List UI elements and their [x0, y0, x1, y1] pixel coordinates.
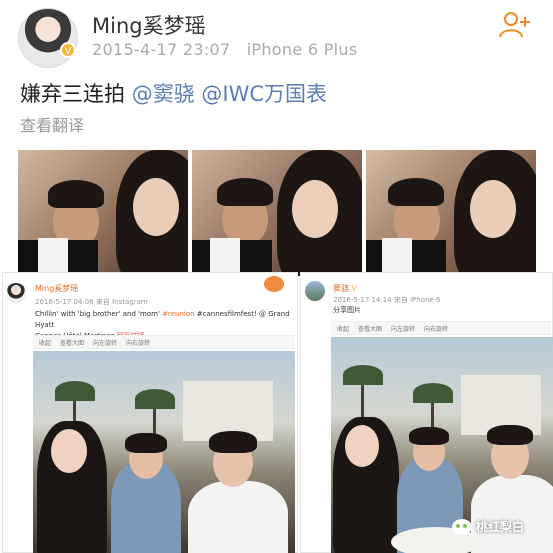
- collapse-button[interactable]: 收起: [39, 338, 51, 347]
- rotate-left-button[interactable]: 向左旋转: [93, 338, 117, 347]
- wechat-icon: [452, 518, 472, 535]
- avatar[interactable]: [305, 281, 325, 301]
- rotate-left-button[interactable]: 向左旋转: [391, 324, 415, 333]
- add-user-icon[interactable]: [498, 10, 532, 38]
- post-photo[interactable]: [366, 150, 536, 276]
- post-timestamp: 2015-4-17 23:07: [92, 40, 231, 59]
- post-meta: 2016-5-17 04:08 来自 Instagram: [35, 298, 148, 306]
- post-photo[interactable]: [192, 150, 362, 276]
- username[interactable]: 窦骁 V: [333, 283, 357, 294]
- watermark: 桃红梨白: [452, 518, 524, 535]
- mention-link[interactable]: @窦骁: [132, 82, 195, 106]
- collapse-button[interactable]: 收起: [337, 324, 349, 333]
- cat-sticker-icon: [262, 274, 286, 294]
- username[interactable]: Ming奚梦瑶: [35, 283, 78, 294]
- image-toolbar: 收起 查看大图 向左旋转 向右旋转: [33, 335, 295, 349]
- verified-badge-icon: V: [60, 42, 76, 58]
- rotate-right-button[interactable]: 向右旋转: [424, 324, 448, 333]
- post-text-prefix: 嫌弃三连拍: [20, 82, 132, 106]
- translate-link[interactable]: 查看翻译: [20, 112, 84, 136]
- view-large-button[interactable]: 查看大图: [60, 338, 84, 347]
- post-photo[interactable]: [18, 150, 188, 276]
- post-text: 嫌弃三连拍 @窦骁 @IWC万国表: [20, 78, 327, 108]
- username-text: 窦骁: [333, 284, 349, 293]
- view-large-button[interactable]: 查看大图: [358, 324, 382, 333]
- username[interactable]: Ming奚梦瑶: [92, 10, 206, 40]
- weibo-card-left: Ming奚梦瑶 2016-5-17 04:08 来自 Instagram Chi…: [2, 272, 298, 553]
- image-toolbar: 收起 查看大图 向左旋转 向右旋转: [331, 321, 551, 335]
- post-text-part: Chillin' with 'big brother' and 'mom': [35, 310, 163, 318]
- post-meta: 2015-4-17 23:07 iPhone 6 Plus: [92, 40, 358, 59]
- mention-link[interactable]: @IWC万国表: [201, 82, 327, 106]
- avatar[interactable]: [6, 283, 26, 303]
- post-text: 分享图片: [333, 306, 361, 314]
- post-photo[interactable]: [33, 351, 295, 553]
- rotate-right-button[interactable]: 向右旋转: [126, 338, 150, 347]
- post-device: iPhone 6 Plus: [246, 40, 358, 59]
- post-meta: 2016-5-17 14:14 来自 iPhone 6: [333, 296, 441, 304]
- watermark-text: 桃红梨白: [476, 520, 525, 534]
- hashtag-link[interactable]: #reunion: [162, 310, 194, 318]
- weibo-card-right: 窦骁 V 2016-5-17 14:14 来自 iPhone 6 分享图片 收起…: [300, 272, 553, 553]
- verified-badge-icon: V: [351, 284, 358, 293]
